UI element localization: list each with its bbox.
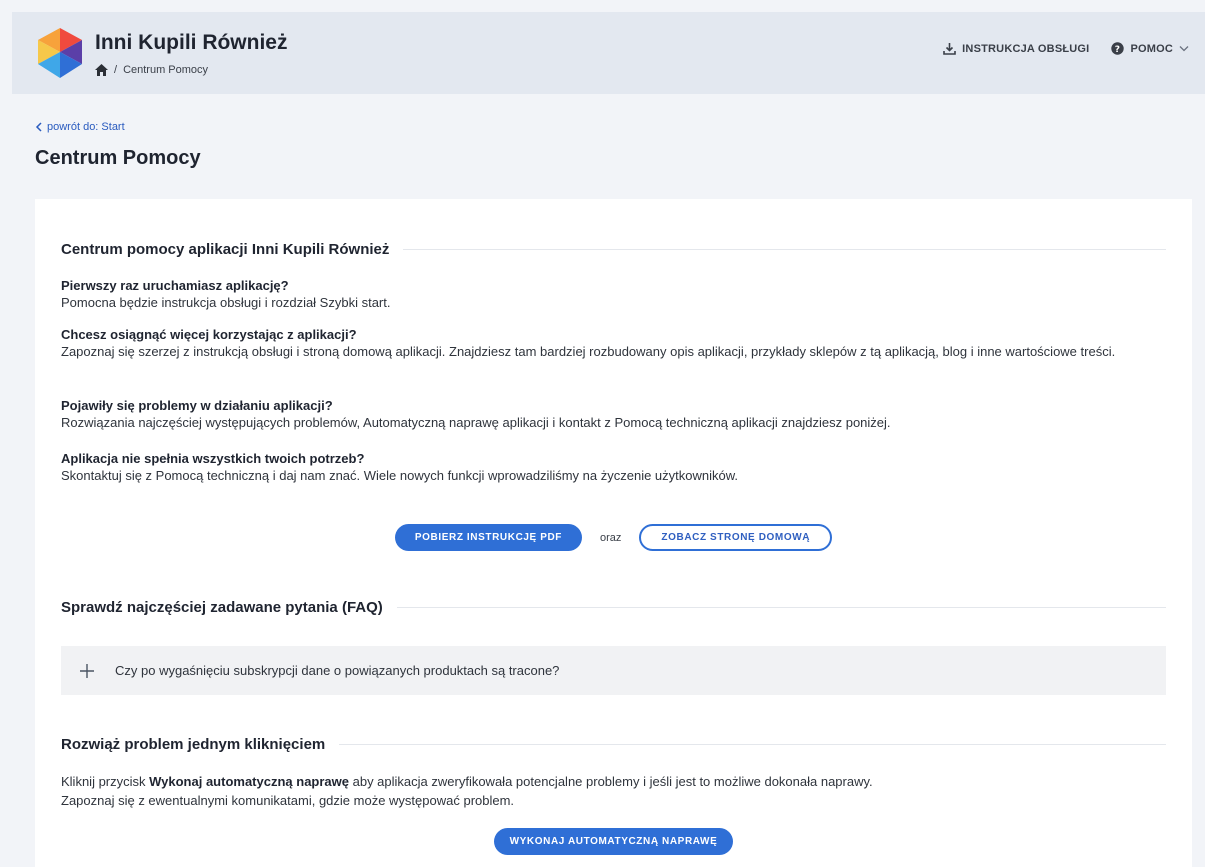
fix-description-line1: Kliknij przycisk Wykonaj automatyczną na… [61,772,1166,791]
help-answer: Zapoznaj się szerzej z instrukcją obsług… [61,344,1116,359]
divider [403,249,1166,250]
chevron-left-icon [35,122,42,132]
help-item: Pierwszy raz uruchamiasz aplikację? Pomo… [61,277,1166,311]
help-question: Aplikacja nie spełnia wszystkich twoich … [61,451,365,466]
faq-item[interactable]: Czy po wygaśnięciu subskrypcji dane o po… [61,646,1166,695]
help-answer: Rozwiązania najczęściej występujących pr… [61,415,891,430]
top-header: Inni Kupili Również / Centrum Pomocy INS… [12,12,1205,94]
back-link-label: powrót do: Start [47,121,125,133]
help-item: Chcesz osiągnąć więcej korzystając z apl… [61,326,1166,360]
faq-section-title: Sprawdź najczęściej zadawane pytania (FA… [61,599,383,616]
help-menu[interactable]: ? POMOC [1111,42,1189,55]
svg-text:?: ? [1115,45,1120,55]
chevron-down-icon [1179,46,1189,52]
breadcrumb-separator: / [114,64,118,76]
help-question: Pojawiły się problemy w działaniu aplika… [61,398,333,413]
faq-section-heading: Sprawdź najczęściej zadawane pytania (FA… [61,599,1166,616]
fix-text-bold: Wykonaj automatyczną naprawę [149,774,349,789]
help-item: Pojawiły się problemy w działaniu aplika… [61,397,1166,431]
app-logo-icon[interactable] [34,26,86,80]
top-nav: INSTRUKCJA OBSŁUGI ? POMOC [943,42,1189,55]
fix-description-line2: Zapoznaj się z ewentualnymi komunikatami… [61,793,515,808]
breadcrumb-current: Centrum Pomocy [123,64,209,76]
breadcrumb: / Centrum Pomocy [95,64,208,76]
help-section-heading: Centrum pomocy aplikacji Inni Kupili Rów… [61,241,1166,258]
plus-icon [80,663,94,678]
divider [396,607,1166,608]
faq-question: Czy po wygaśnięciu subskrypcji dane o po… [115,663,560,678]
or-label: oraz [600,531,622,544]
manual-link[interactable]: INSTRUKCJA OBSŁUGI [943,42,1089,55]
fix-section-title: Rozwiąż problem jednym kliknięciem [61,736,326,753]
help-section-title: Centrum pomocy aplikacji Inni Kupili Rów… [61,241,390,258]
help-answer: Pomocna będzie instrukcja obsługi i rozd… [61,295,391,310]
fix-text-after: aby aplikacja zweryfikowała potencjalne … [349,774,873,789]
help-question: Pierwszy raz uruchamiasz aplikację? [61,278,289,293]
fix-section-heading: Rozwiąż problem jednym kliknięciem [61,736,1166,753]
question-circle-icon: ? [1111,42,1125,55]
back-link[interactable]: powrót do: Start [35,121,125,133]
page-title: Centrum Pomocy [35,147,201,169]
homepage-button[interactable]: ZOBACZ STRONĘ DOMOWĄ [639,524,833,551]
app-title: Inni Kupili Również [95,31,288,54]
manual-link-label: INSTRUKCJA OBSŁUGI [962,42,1090,55]
fix-text-before: Kliknij przycisk [61,774,150,789]
download-pdf-button[interactable]: POBIERZ INSTRUKCJĘ PDF [394,524,583,551]
help-actions: POBIERZ INSTRUKCJĘ PDF oraz ZOBACZ STRON… [35,524,1192,551]
auto-fix-button[interactable]: WYKONAJ AUTOMATYCZNĄ NAPRAWĘ [493,828,734,855]
help-answer: Skontaktuj się z Pomocą techniczną i daj… [61,468,739,483]
help-item: Aplikacja nie spełnia wszystkich twoich … [61,450,1166,484]
home-icon[interactable] [95,64,108,76]
fix-actions: WYKONAJ AUTOMATYCZNĄ NAPRAWĘ [35,828,1192,855]
help-center-card: Centrum pomocy aplikacji Inni Kupili Rów… [35,199,1192,867]
download-icon [943,43,956,55]
help-question: Chcesz osiągnąć więcej korzystając z apl… [61,327,357,342]
divider [339,744,1166,745]
help-menu-label: POMOC [1130,42,1173,55]
fix-description: Kliknij przycisk Wykonaj automatyczną na… [61,772,1166,810]
